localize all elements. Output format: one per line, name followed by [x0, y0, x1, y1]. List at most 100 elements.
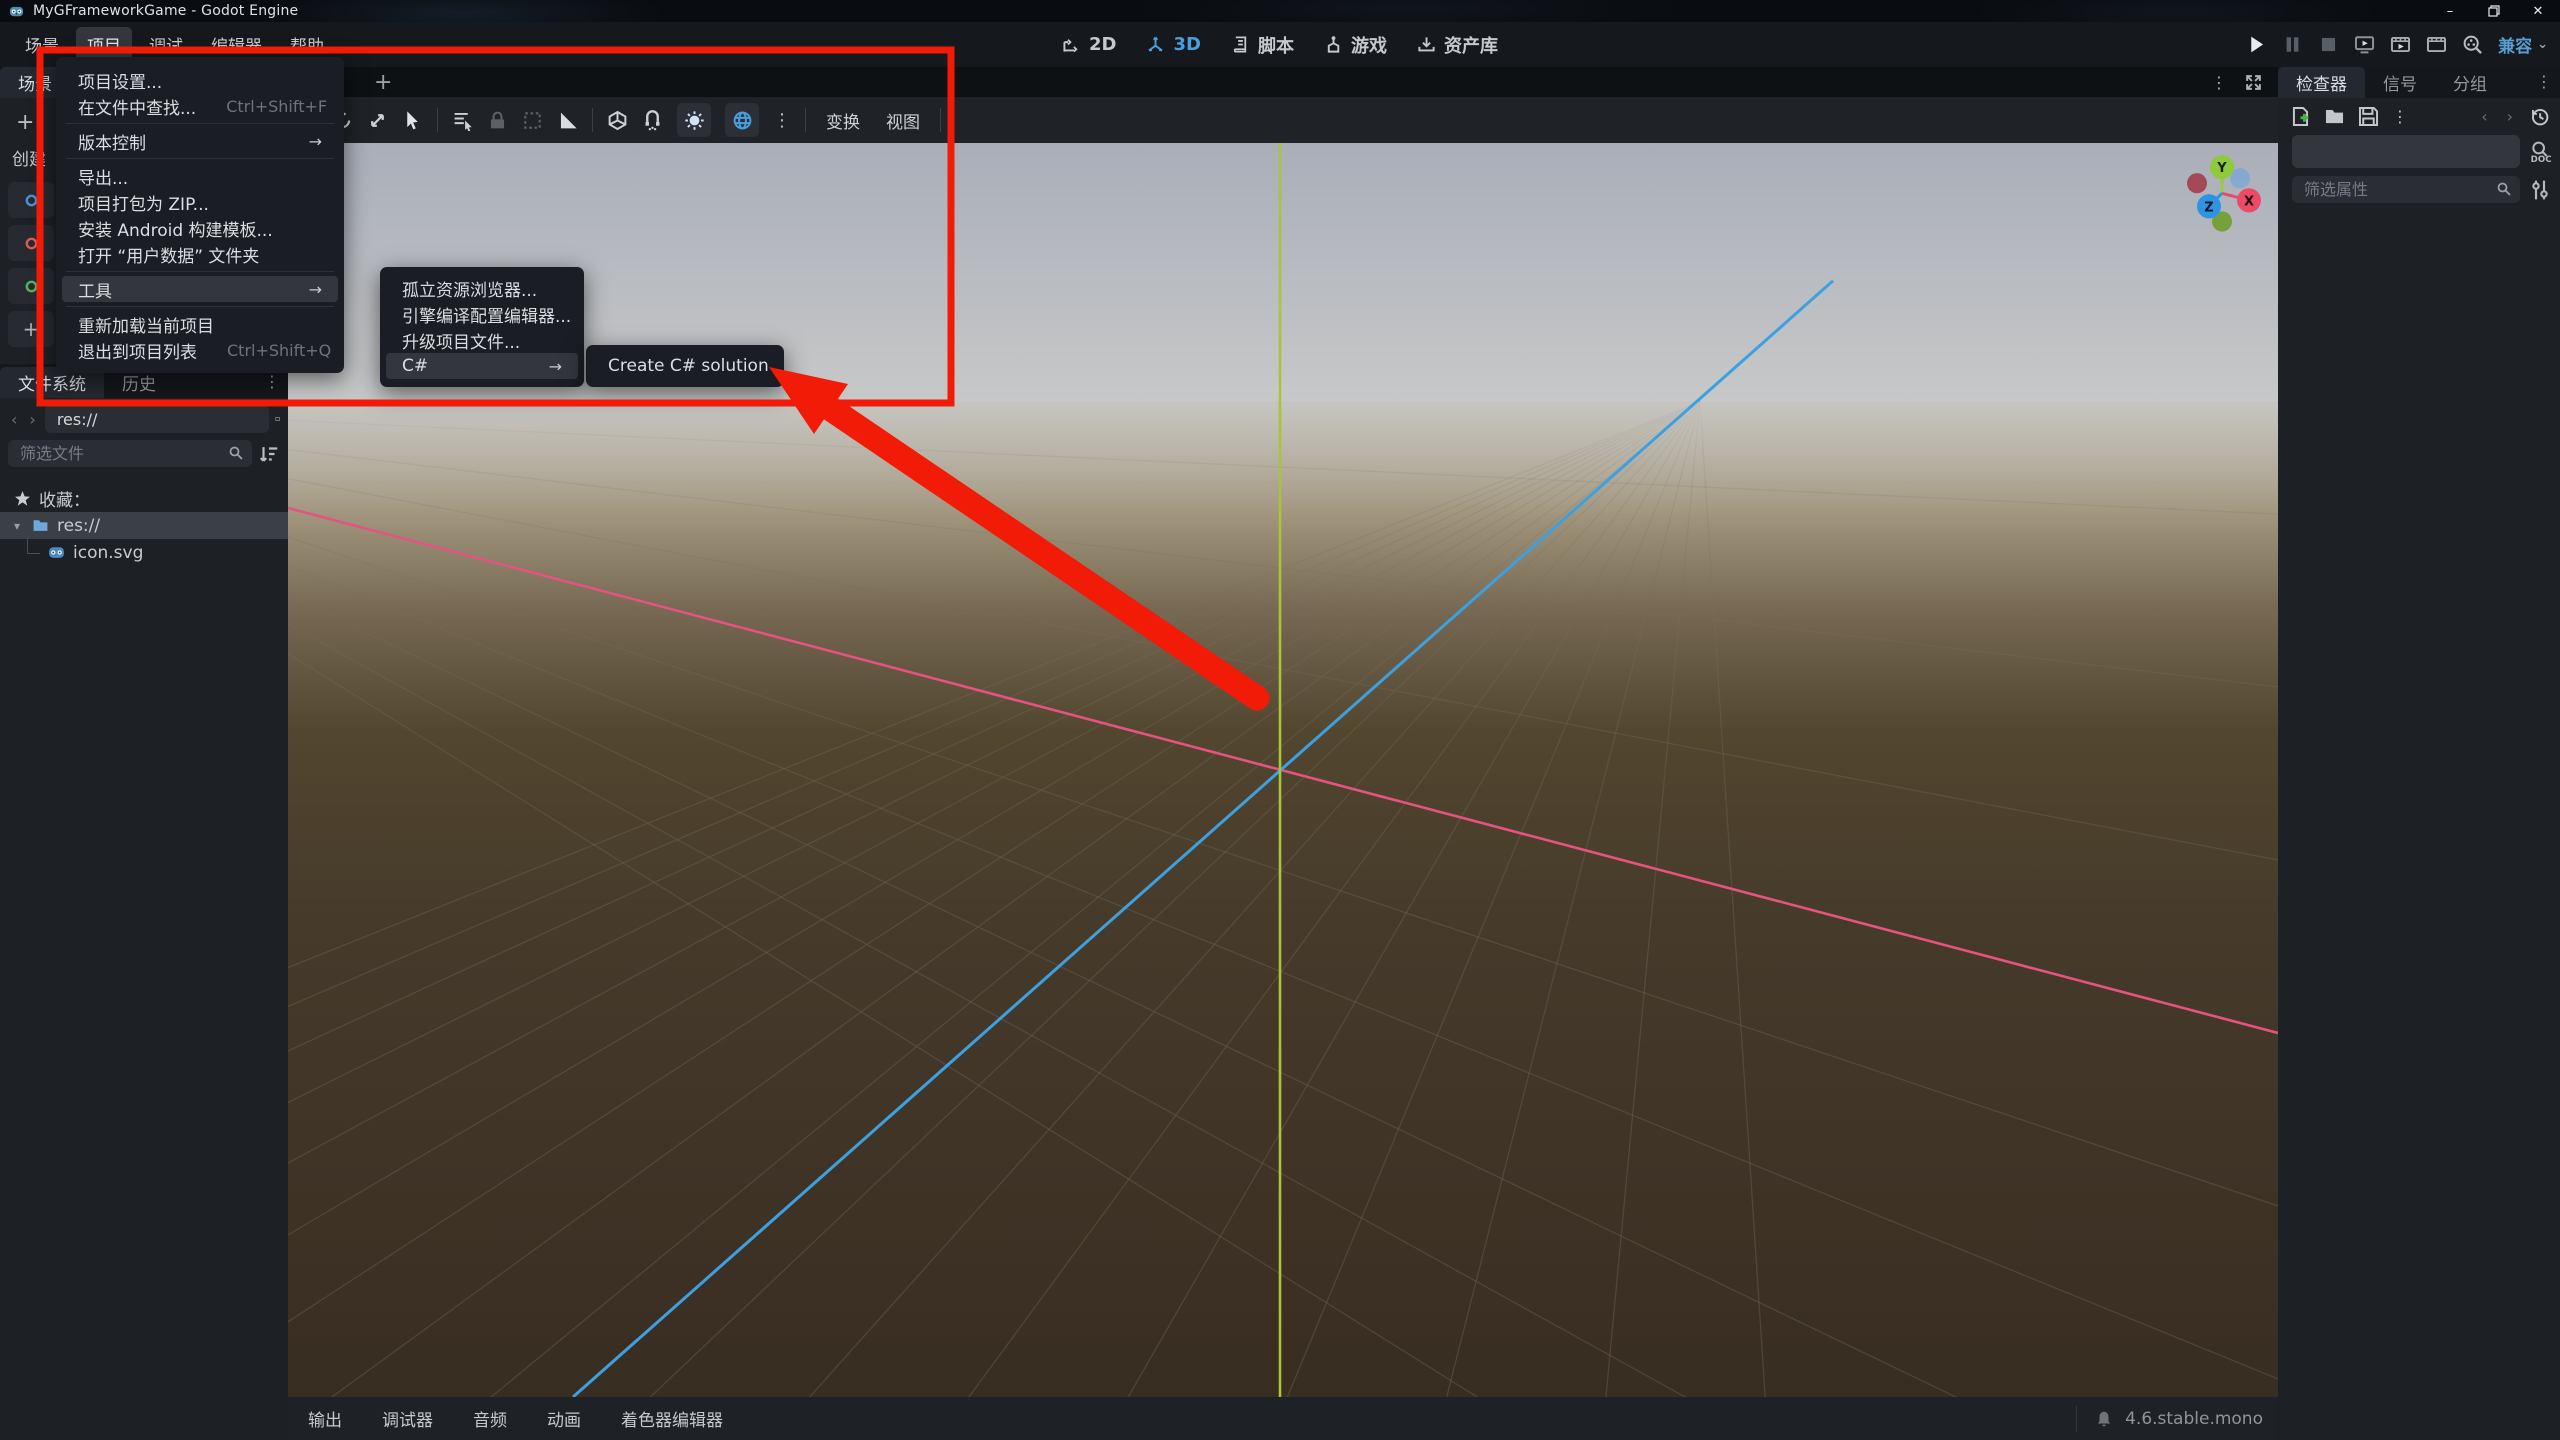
- dock-options-icon[interactable]: ⋮: [264, 372, 280, 391]
- star-icon: [15, 491, 30, 506]
- menu-item-version-control[interactable]: 版本控制 →: [62, 128, 338, 154]
- property-tools-icon[interactable]: [2528, 178, 2552, 202]
- inspector-toolbar: ⋮ ‹ ›: [2278, 98, 2560, 131]
- pause-button[interactable]: [2282, 34, 2303, 55]
- menu-item-reload-project[interactable]: 重新加载当前项目: [62, 311, 338, 337]
- version-label[interactable]: 4.6.stable.mono: [2125, 1409, 2263, 1429]
- bottom-tab-audio[interactable]: 音频: [473, 1406, 507, 1431]
- menu-item-project-settings[interactable]: 项目设置...: [62, 67, 338, 93]
- tab-assetlib[interactable]: 资产库: [1417, 32, 1498, 58]
- menu-item-tools[interactable]: 工具 →: [62, 276, 338, 302]
- tab-3d[interactable]: 3D: [1147, 34, 1201, 55]
- bottom-tab-animation[interactable]: 动画: [547, 1406, 581, 1431]
- history-icon[interactable]: [2529, 106, 2550, 127]
- play-button[interactable]: [2246, 34, 2267, 55]
- tab-node-signals[interactable]: 信号: [2365, 67, 2435, 98]
- menu-item-pack-zip[interactable]: 项目打包为 ZIP...: [62, 189, 338, 215]
- renderer-selector[interactable]: 兼容 ⌄: [2498, 32, 2548, 57]
- history-forward-icon[interactable]: ›: [2504, 107, 2516, 126]
- path-input[interactable]: [44, 405, 269, 433]
- stop-button[interactable]: [2318, 34, 2339, 55]
- node-2d-icon: [25, 194, 37, 206]
- menu-separator: [66, 158, 334, 159]
- menu-separator: [66, 271, 334, 272]
- menu-item-export[interactable]: 导出...: [62, 163, 338, 189]
- resource-options-icon[interactable]: ⋮: [2392, 107, 2408, 126]
- snap-icon[interactable]: [642, 109, 663, 131]
- tab-script[interactable]: 脚本: [1231, 32, 1294, 58]
- viewport-3d[interactable]: Y X Z: [288, 143, 2278, 1397]
- select-list-icon[interactable]: [452, 110, 473, 131]
- preview-environment-toggle[interactable]: [725, 103, 759, 137]
- right-dock: 检查器 信号 分组 ⋮ ⋮ ‹ › DOC: [2278, 67, 2560, 1397]
- footer-left-pad: [0, 1397, 288, 1440]
- toggle-split-mode-icon[interactable]: [275, 408, 280, 430]
- scene-tab-bar: + ⋮: [288, 67, 2278, 97]
- create-2d-scene-button[interactable]: [8, 182, 54, 218]
- filter-properties-input[interactable]: [2292, 176, 2520, 203]
- expand-viewport-icon[interactable]: [2245, 74, 2262, 91]
- local-space-icon[interactable]: [607, 110, 628, 131]
- nav-back-icon[interactable]: ‹: [8, 410, 20, 429]
- play-current-scene-button[interactable]: [2354, 34, 2375, 55]
- scale-tool-icon[interactable]: [367, 110, 388, 131]
- create-ui-scene-button[interactable]: [8, 268, 54, 304]
- menu-item-upgrade-project-files[interactable]: 升级项目文件...: [386, 327, 578, 353]
- save-resource-icon[interactable]: [2358, 106, 2379, 127]
- add-scene-tab-icon[interactable]: +: [374, 70, 392, 95]
- menu-item-csharp[interactable]: C# →: [386, 353, 578, 379]
- title-bar: MyGFrameworkGame - Godot Engine – ✕: [0, 0, 2560, 22]
- minimize-button[interactable]: –: [2428, 0, 2472, 22]
- history-back-icon[interactable]: ‹: [2478, 107, 2490, 126]
- play-custom-scene-button[interactable]: [2390, 34, 2411, 55]
- menu-item-find-in-files[interactable]: 在文件中查找... Ctrl+Shift+F: [62, 93, 338, 119]
- ruler-icon[interactable]: [557, 110, 578, 131]
- filter-files-input[interactable]: [8, 440, 252, 467]
- sort-files-icon[interactable]: [258, 443, 280, 465]
- gizmo-neg-x[interactable]: [2187, 173, 2207, 194]
- create-3d-scene-button[interactable]: [8, 225, 54, 261]
- close-button[interactable]: ✕: [2516, 0, 2560, 22]
- maximize-button[interactable]: [2472, 0, 2516, 22]
- tab-game[interactable]: 游戏: [1324, 32, 1387, 58]
- bottom-tab-shader-editor[interactable]: 着色器编辑器: [621, 1406, 723, 1431]
- collapse-caret-icon[interactable]: ▾: [14, 519, 24, 533]
- menu-item-quit-to-project-list[interactable]: 退出到项目列表 Ctrl+Shift+Q: [62, 337, 338, 363]
- movie-clapper-button[interactable]: [2426, 34, 2447, 55]
- menu-separator: [66, 123, 334, 124]
- load-resource-icon[interactable]: [2324, 106, 2345, 127]
- search-docs-icon[interactable]: DOC: [2528, 140, 2552, 164]
- transform-menu[interactable]: 变换: [820, 108, 866, 133]
- viewport-options-icon[interactable]: ⋮: [773, 110, 791, 131]
- menu-separator: [66, 306, 334, 307]
- dock-options-icon[interactable]: ⋮: [2536, 72, 2552, 91]
- tree-row-icon-svg[interactable]: icon.svg: [0, 539, 288, 566]
- gizmo-z-label: Z: [2204, 200, 2213, 215]
- menu-item-install-android-template[interactable]: 安装 Android 构建模板...: [62, 215, 338, 241]
- tab-groups[interactable]: 分组: [2435, 67, 2505, 98]
- tree-row-res-root[interactable]: ▾ res://: [0, 512, 288, 539]
- new-resource-icon[interactable]: [2290, 106, 2311, 127]
- menu-item-open-user-data-folder[interactable]: 打开 “用户数据” 文件夹: [62, 241, 338, 267]
- view-menu[interactable]: 视图: [880, 108, 926, 133]
- scene-tab-options-icon[interactable]: ⋮: [2211, 73, 2227, 92]
- lock-icon[interactable]: [487, 110, 508, 131]
- nav-forward-icon[interactable]: ›: [26, 410, 38, 429]
- tab-2d[interactable]: 2D: [1062, 34, 1117, 55]
- resource-name-field[interactable]: [2292, 135, 2520, 168]
- tab-inspector[interactable]: 检查器: [2278, 67, 2365, 98]
- notification-bell-icon[interactable]: [2095, 1410, 2113, 1428]
- select-tool-icon[interactable]: [402, 110, 423, 131]
- menu-item-create-csharp-solution[interactable]: Create C# solution: [592, 353, 778, 379]
- create-other-node-button[interactable]: +: [8, 311, 54, 347]
- menu-item-orphan-resource-explorer[interactable]: 孤立资源浏览器...: [386, 275, 578, 301]
- inspector-tabs: 检查器 信号 分组 ⋮: [2278, 67, 2560, 98]
- bottom-tab-debugger[interactable]: 调试器: [382, 1406, 433, 1431]
- movie-maker-button[interactable]: [2462, 34, 2483, 55]
- toolbar-separator: [592, 108, 593, 132]
- menu-item-engine-compile-config[interactable]: 引擎编译配置编辑器...: [386, 301, 578, 327]
- preview-sun-toggle[interactable]: [677, 103, 711, 137]
- add-node-icon[interactable]: +: [16, 110, 38, 135]
- bottom-tab-output[interactable]: 输出: [308, 1406, 342, 1431]
- group-icon[interactable]: [522, 110, 543, 131]
